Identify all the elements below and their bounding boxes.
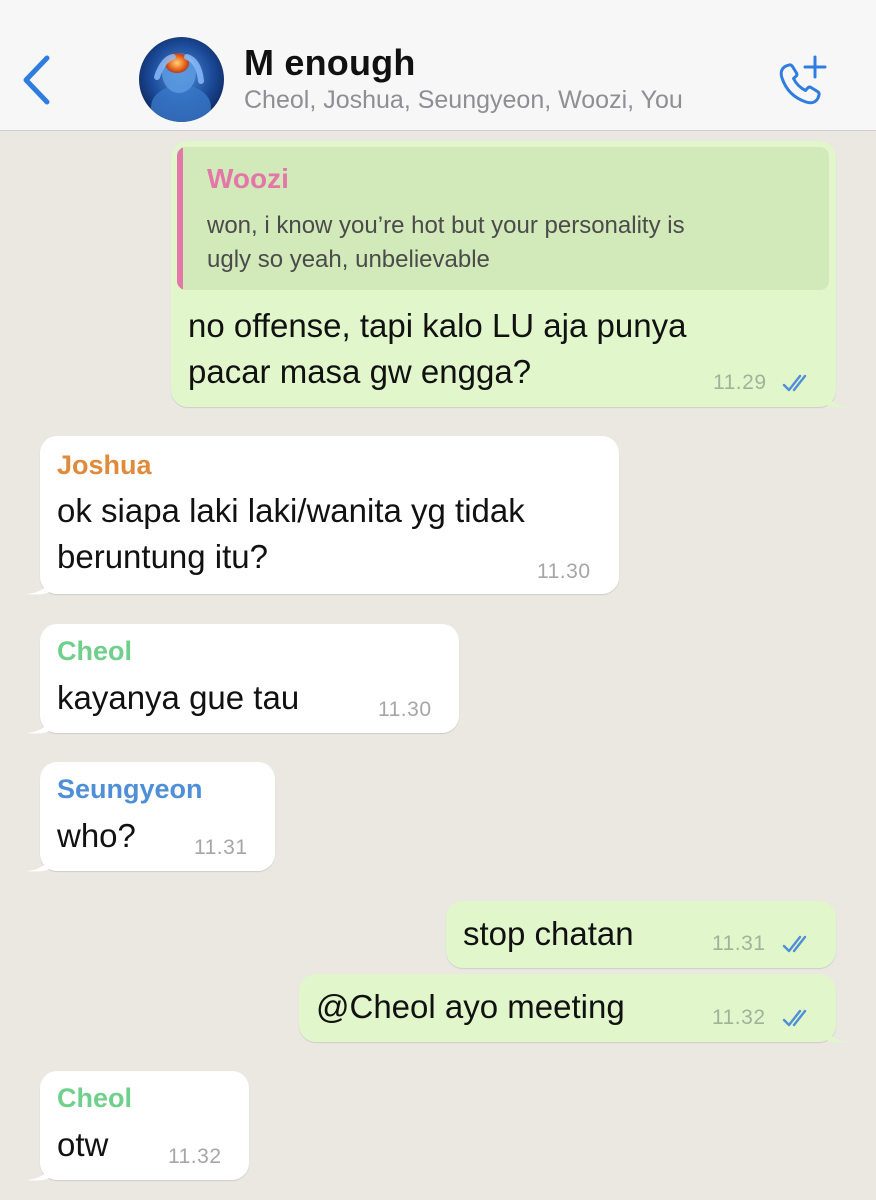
sender-name[interactable]: Seungyeon: [57, 774, 203, 805]
message-bubble[interactable]: stop chatan 11.31: [446, 901, 836, 968]
quote-text: won, i know you’re hot but your personal…: [207, 212, 685, 273]
message-bubble[interactable]: Seungyeon who? 11.31: [26, 762, 275, 872]
sender-name[interactable]: Joshua: [57, 450, 152, 481]
message-text: kayanya gue tau: [57, 679, 300, 716]
message-time: 11.31: [712, 932, 766, 955]
message-text: stop chatan: [463, 915, 634, 952]
message-text: ok siapa laki laki/wanita yg tidak berun…: [57, 492, 525, 575]
message-text: @Cheol ayo meeting: [316, 988, 625, 1025]
message-text: otw: [57, 1126, 109, 1163]
sender-name[interactable]: Cheol: [57, 1083, 132, 1114]
chevron-left-icon: [23, 55, 50, 105]
message-bubble[interactable]: @Cheol ayo meeting 11.32: [299, 974, 850, 1043]
read-ticks-icon: [782, 374, 807, 392]
message-time: 11.30: [378, 698, 432, 721]
read-ticks-icon: [782, 1009, 807, 1027]
message-time: 11.29: [713, 371, 767, 394]
sender-name[interactable]: Cheol: [57, 636, 132, 667]
back-button[interactable]: [14, 50, 58, 110]
message-bubble[interactable]: Joshua ok siapa laki laki/wanita yg tida…: [26, 436, 619, 595]
quote-sender: Woozi: [207, 163, 289, 194]
message-bubble[interactable]: Cheol otw 11.32: [26, 1071, 249, 1181]
message-time: 11.31: [194, 836, 248, 859]
message-bubble[interactable]: Cheol kayanya gue tau 11.30: [26, 624, 459, 734]
message-time: 11.32: [712, 1006, 766, 1029]
message-text: no offense, tapi kalo LU aja punya pacar…: [188, 307, 687, 390]
message-time: 11.32: [168, 1145, 222, 1168]
quoted-reply[interactable]: Woozi won, i know you’re hot but your pe…: [177, 147, 829, 290]
message-time: 11.30: [537, 560, 591, 583]
chat-title[interactable]: M enough: [244, 42, 416, 84]
message-text: who?: [57, 817, 136, 854]
quote-bar: [177, 147, 183, 290]
add-call-button[interactable]: [772, 52, 832, 110]
chat-header: M enough Cheol, Joshua, Seungyeon, Woozi…: [0, 0, 876, 131]
phone-add-icon: [779, 55, 827, 105]
group-members[interactable]: Cheol, Joshua, Seungyeon, Woozi, You: [244, 86, 683, 115]
message-bubble[interactable]: Woozi won, i know you’re hot but your pe…: [171, 141, 850, 408]
read-ticks-icon: [782, 935, 807, 953]
group-avatar[interactable]: [139, 37, 224, 122]
